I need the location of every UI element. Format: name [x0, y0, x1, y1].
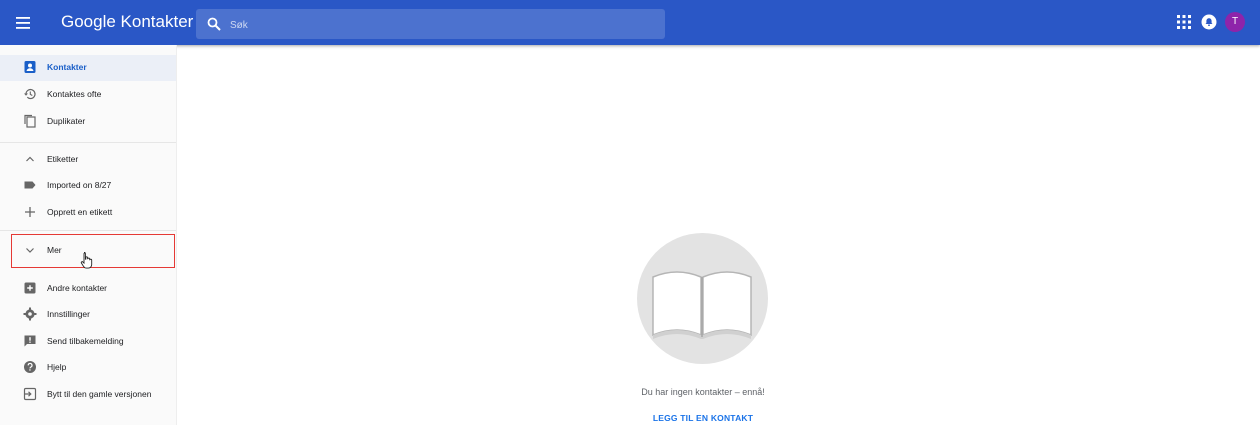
empty-state-message: Du har ingen kontakter – ennå!	[641, 387, 765, 397]
divider	[0, 230, 176, 231]
search-icon	[207, 17, 221, 31]
copy-icon	[23, 114, 37, 128]
divider	[0, 142, 176, 143]
sidebar-item-label: Opprett en etikett	[47, 207, 113, 217]
sidebar-item-kontaktes-ofte[interactable]: Kontaktes ofte	[0, 82, 176, 108]
add-contact-button[interactable]: LEGG TIL EN KONTAKT	[603, 413, 803, 423]
sidebar-item-andre-kontakter[interactable]: Andre kontakter	[0, 276, 176, 302]
app-header: Google Kontakter T	[0, 0, 1260, 45]
sidebar-item-imported-label[interactable]: Imported on 8/27	[0, 173, 176, 199]
sidebar-item-hjelp[interactable]: Hjelp	[0, 355, 176, 381]
menu-icon	[16, 17, 30, 29]
sidebar-item-label: Imported on 8/27	[47, 180, 112, 190]
sidebar-item-label: Duplikater	[47, 116, 86, 126]
sidebar-item-label: Bytt til den gamle versjonen	[47, 389, 152, 399]
history-icon	[23, 87, 37, 101]
sidebar-item-label: Andre kontakter	[47, 283, 108, 293]
settings-icon	[23, 307, 37, 321]
sidebar-item-gamle-versjonen[interactable]: Bytt til den gamle versjonen	[0, 382, 176, 408]
open-book-icon	[652, 271, 752, 339]
chevron-up-icon	[23, 152, 37, 166]
help-icon	[23, 360, 37, 374]
search-bar[interactable]	[196, 9, 665, 39]
add-box-icon	[23, 281, 37, 295]
sidebar: Kontakter Kontaktes ofte Duplikater Etik…	[0, 45, 177, 425]
sidebar-item-label: Innstillinger	[47, 309, 90, 319]
menu-button[interactable]	[10, 10, 36, 36]
hand-cursor-icon	[80, 252, 93, 269]
sidebar-item-label: Etiketter	[47, 154, 79, 164]
sidebar-item-label: Kontakter	[47, 62, 87, 72]
chevron-down-icon	[23, 243, 37, 257]
sidebar-item-label: Mer	[47, 245, 62, 255]
sidebar-item-send-tilbakemelding[interactable]: Send tilbakemelding	[0, 329, 176, 355]
avatar[interactable]: T	[1225, 12, 1245, 32]
exit-icon	[23, 387, 37, 401]
feedback-icon	[23, 334, 37, 348]
apps-grid-icon[interactable]	[1177, 15, 1191, 29]
sidebar-item-label: Send tilbakemelding	[47, 336, 124, 346]
sidebar-item-label: Kontaktes ofte	[47, 89, 102, 99]
sidebar-item-label: Hjelp	[47, 362, 67, 372]
plus-icon	[23, 205, 37, 219]
app-title: Google Kontakter	[61, 12, 194, 31]
label-icon	[23, 178, 37, 192]
search-input[interactable]	[228, 15, 652, 35]
contacts-icon	[23, 60, 37, 74]
sidebar-item-duplikater[interactable]: Duplikater	[0, 109, 176, 135]
notifications-icon[interactable]	[1201, 14, 1217, 30]
sidebar-item-kontakter[interactable]: Kontakter	[0, 55, 176, 81]
empty-state-illustration	[637, 233, 768, 364]
sidebar-item-opprett-etikett[interactable]: Opprett en etikett	[0, 200, 176, 226]
sidebar-item-etiketter[interactable]: Etiketter	[0, 147, 176, 173]
sidebar-item-innstillinger[interactable]: Innstillinger	[0, 302, 176, 328]
